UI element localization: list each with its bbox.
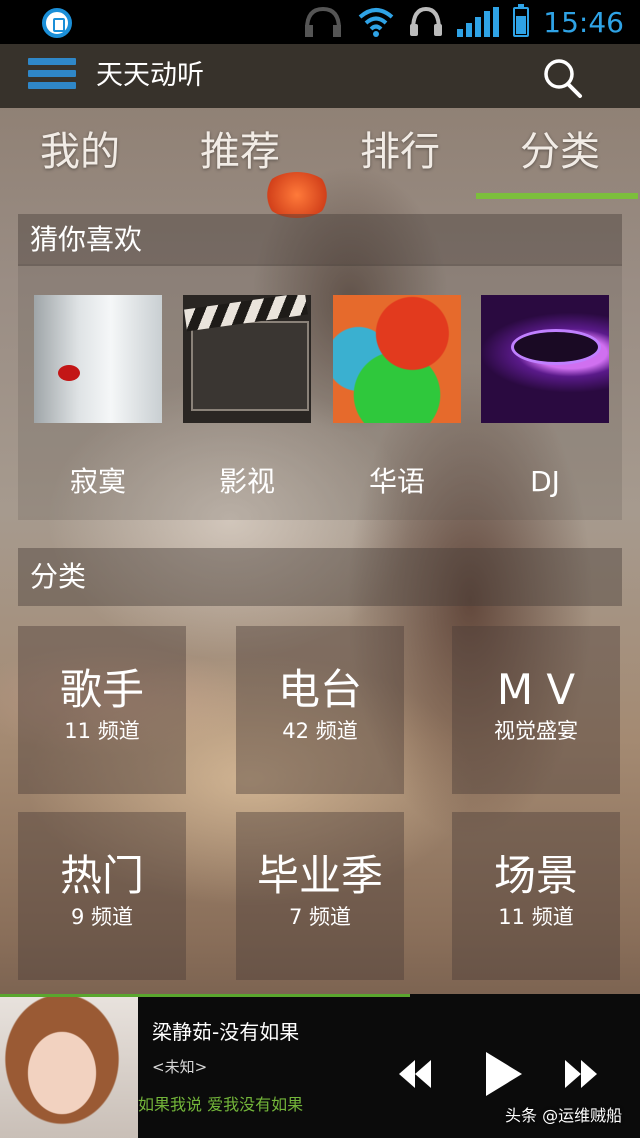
tile-subtitle: 11 频道 (498, 905, 574, 929)
tab-category[interactable]: 分类 (480, 108, 640, 200)
tile-title: M V (496, 665, 576, 714)
tile-title: 电台 (277, 665, 362, 714)
headset-icon (305, 6, 342, 37)
search-icon[interactable] (540, 56, 584, 100)
signal-icon (457, 7, 500, 37)
guess-label-film[interactable]: 影视 (183, 462, 311, 502)
category-tile-hot[interactable]: 热门 9 频道 (18, 812, 186, 980)
artist-name: <未知> (152, 1058, 208, 1076)
guess-label-lonely[interactable]: 寂寞 (34, 462, 162, 502)
tile-subtitle: 42 频道 (282, 719, 358, 743)
song-title: 梁静茹-没有如果 (152, 1020, 300, 1044)
category-tile-singer[interactable]: 歌手 11 频道 (18, 626, 186, 794)
category-tile-radio[interactable]: 电台 42 频道 (236, 626, 404, 794)
tab-bar: 我的 推荐 排行 分类 (0, 108, 640, 200)
app-notification-icon (42, 8, 72, 38)
next-icon[interactable] (564, 1058, 598, 1090)
status-time: 15:46 (543, 5, 624, 39)
lonely-thumbnail[interactable] (34, 295, 162, 423)
category-header: 分类 (18, 548, 622, 606)
tile-title: 热门 (59, 851, 144, 900)
tab-recommend[interactable]: 推荐 (160, 108, 320, 200)
tile-subtitle: 7 频道 (288, 905, 352, 929)
chinese-thumbnail[interactable] (333, 295, 461, 423)
tile-subtitle: 9 频道 (70, 905, 134, 929)
guess-label-chinese[interactable]: 华语 (333, 462, 461, 502)
menu-icon[interactable] (28, 58, 76, 92)
tab-mine[interactable]: 我的 (0, 108, 160, 200)
play-icon[interactable] (484, 1050, 524, 1098)
tile-subtitle: 视觉盛宴 (494, 719, 578, 743)
previous-icon[interactable] (398, 1058, 432, 1090)
category-tile-graduation[interactable]: 毕业季 7 频道 (236, 812, 404, 980)
status-icons: 15:46 (303, 0, 624, 44)
guess-label-dj[interactable]: DJ (481, 462, 609, 502)
status-bar: 15:46 (0, 0, 640, 44)
wifi-icon (358, 8, 394, 37)
album-art[interactable] (0, 997, 138, 1138)
tab-ranking[interactable]: 排行 (320, 108, 480, 200)
tile-subtitle: 11 频道 (64, 719, 140, 743)
film-thumbnail[interactable] (183, 295, 311, 423)
watermark: 头条 @运维贼船 (505, 1106, 623, 1125)
category-tile-mv[interactable]: M V 视觉盛宴 (452, 626, 620, 794)
lyric-line: 如果我说 爱我没有如果 (138, 1095, 304, 1114)
category-tile-scene[interactable]: 场景 11 频道 (452, 812, 620, 980)
headphones-icon (410, 6, 443, 36)
battery-icon (513, 4, 530, 37)
tab-selected-indicator (476, 193, 638, 199)
tile-title: 歌手 (59, 665, 144, 714)
app-bar: 天天动听 (0, 44, 640, 108)
app-title: 天天动听 (96, 60, 204, 91)
tile-title: 毕业季 (256, 851, 383, 900)
guess-header: 猜你喜欢 (18, 214, 622, 266)
dj-thumbnail[interactable] (481, 295, 609, 423)
tile-title: 场景 (493, 851, 578, 900)
